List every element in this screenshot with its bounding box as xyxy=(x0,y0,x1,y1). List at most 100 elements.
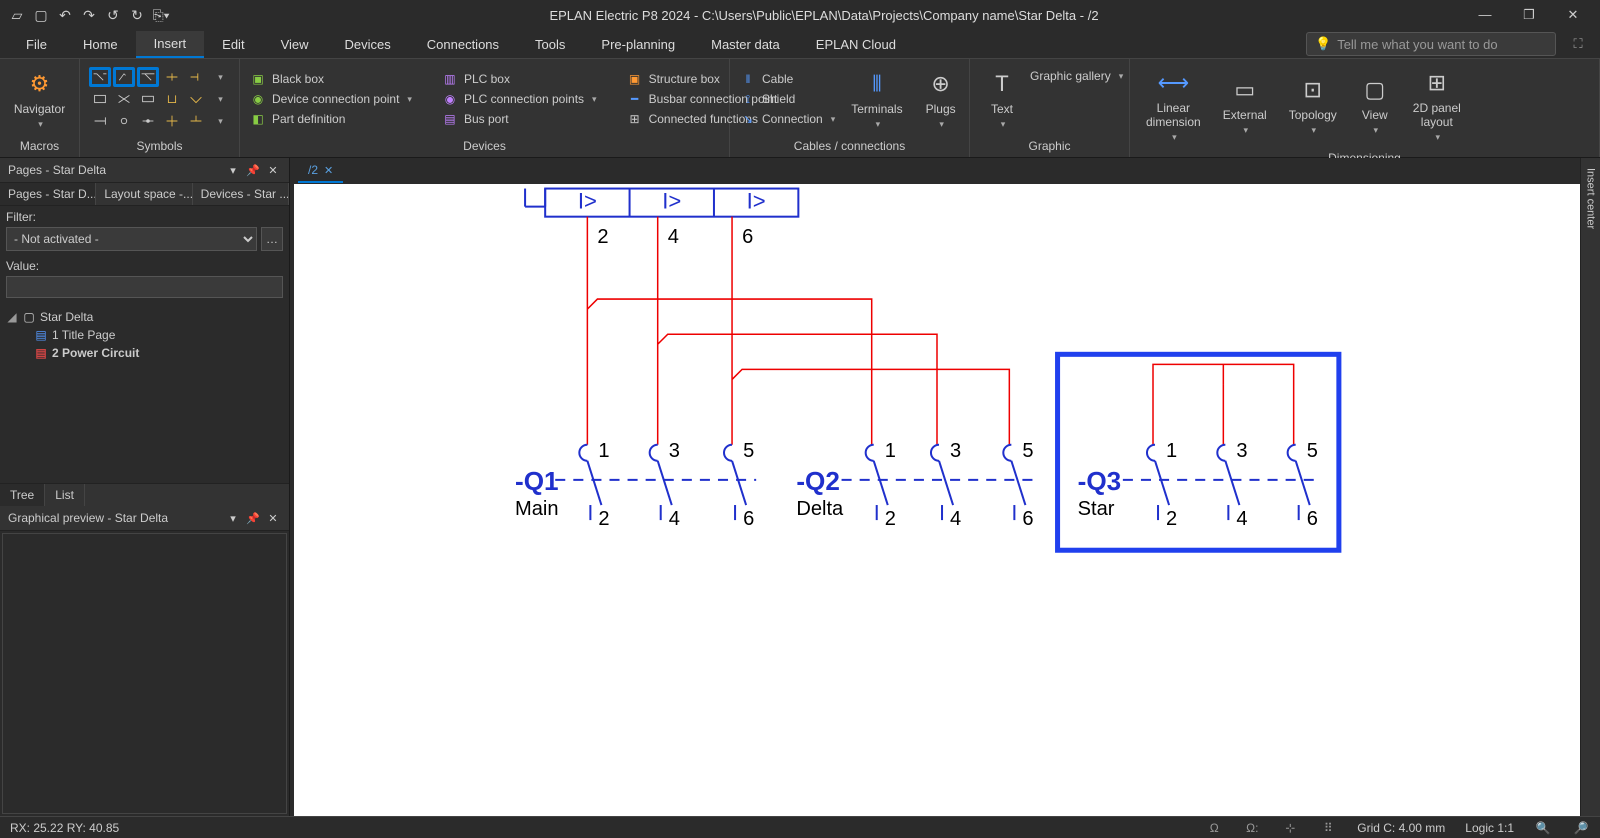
menu-home[interactable]: Home xyxy=(65,32,136,57)
value-input[interactable] xyxy=(6,276,283,298)
search-input[interactable]: 💡 Tell me what you want to do xyxy=(1306,32,1556,56)
svg-text:-Q1: -Q1 xyxy=(515,466,559,496)
tab-list[interactable]: List xyxy=(45,484,85,506)
plc-icon: ▥ xyxy=(442,71,458,87)
symbol-contact-no[interactable] xyxy=(89,67,111,87)
preview-pin-icon[interactable]: 📌 xyxy=(245,510,261,526)
save-as-icon[interactable]: ⎘▾ xyxy=(152,6,170,24)
symbol-15[interactable] xyxy=(185,111,207,131)
tab-close-icon[interactable]: ✕ xyxy=(324,164,333,177)
tab-pages[interactable]: Pages - Star D... xyxy=(0,183,96,205)
plcconn-button[interactable]: ◉PLC connection points▾ xyxy=(442,91,597,107)
symbol-12[interactable] xyxy=(113,111,135,131)
snap-icon-1[interactable]: Ω xyxy=(1205,819,1223,837)
gallery-button[interactable]: Graphic gallery▾ xyxy=(1030,69,1123,83)
shield-button[interactable]: ⟟Shield xyxy=(740,91,835,107)
symbol-dd-3[interactable]: ▾ xyxy=(209,111,231,131)
plcbox-button[interactable]: ▥PLC box xyxy=(442,71,597,87)
grid-dots-icon[interactable]: ⠿ xyxy=(1319,819,1337,837)
panel-menu-icon[interactable]: ▾ xyxy=(225,162,241,178)
tree-page-1[interactable]: ▤ 1 Title Page xyxy=(6,326,283,344)
symbol-switch[interactable] xyxy=(113,67,135,87)
svg-text:4: 4 xyxy=(668,226,679,248)
menu-tools[interactable]: Tools xyxy=(517,32,583,57)
tree-page-2[interactable]: ▤ 2 Power Circuit xyxy=(6,344,283,362)
blackbox-button[interactable]: ▣Black box xyxy=(250,71,412,87)
minimize-button[interactable]: — xyxy=(1470,7,1500,23)
symbol-6[interactable] xyxy=(89,89,111,109)
contactor-q1: 1 3 5 2 4 6 xyxy=(555,440,756,530)
filter-more-button[interactable]: … xyxy=(261,227,283,251)
text-button[interactable]: T Text▾ xyxy=(980,64,1024,133)
symbol-5[interactable] xyxy=(185,67,207,87)
collapse-icon[interactable]: ◢ xyxy=(6,310,18,324)
menu-cloud[interactable]: EPLAN Cloud xyxy=(798,32,914,57)
forward-icon[interactable]: ↻ xyxy=(128,6,146,24)
symbol-10[interactable] xyxy=(185,89,207,109)
doc-tab[interactable]: /2 ✕ xyxy=(298,159,343,183)
preview-close-icon[interactable]: ✕ xyxy=(265,510,281,526)
undo-icon[interactable]: ↶ xyxy=(56,6,74,24)
symbol-4[interactable] xyxy=(161,67,183,87)
svg-text:4: 4 xyxy=(950,508,961,530)
menu-connections[interactable]: Connections xyxy=(409,32,517,57)
tab-layout[interactable]: Layout space -... xyxy=(96,183,192,205)
menu-devices[interactable]: Devices xyxy=(327,32,409,57)
panel-close-icon[interactable]: ✕ xyxy=(265,162,281,178)
menu-master[interactable]: Master data xyxy=(693,32,798,57)
symbol-9[interactable] xyxy=(161,89,183,109)
devconn-button[interactable]: ◉Device connection point▾ xyxy=(250,91,412,107)
terminals-button[interactable]: ⦀ Terminals▾ xyxy=(845,64,908,133)
symbol-dd-1[interactable]: ▾ xyxy=(209,67,231,87)
symbol-gallery[interactable]: ▾ ▾ ▾ xyxy=(89,67,231,131)
navigator-button[interactable]: ⚙ Navigator ▾ xyxy=(8,64,71,133)
symbol-dd-2[interactable]: ▾ xyxy=(209,89,231,109)
open-icon[interactable]: ▢ xyxy=(32,6,50,24)
tree-root[interactable]: ◢ ▢ Star Delta xyxy=(6,308,283,326)
close-button[interactable]: ✕ xyxy=(1558,7,1588,23)
plugs-button[interactable]: ⊕ Plugs▾ xyxy=(919,64,963,133)
partdef-button[interactable]: ◧Part definition xyxy=(250,111,412,127)
symbol-13[interactable] xyxy=(137,111,159,131)
filter-select[interactable]: - Not activated - xyxy=(6,227,257,251)
preview-menu-icon[interactable]: ▾ xyxy=(225,510,241,526)
tab-devices[interactable]: Devices - Star ... xyxy=(193,183,289,205)
struct-icon: ▣ xyxy=(627,71,643,87)
symbol-coil[interactable] xyxy=(137,89,159,109)
selection-rect xyxy=(1058,354,1339,550)
symbol-11[interactable] xyxy=(89,111,111,131)
grid-toggle-icon[interactable]: ⊹ xyxy=(1281,819,1299,837)
tab-tree[interactable]: Tree xyxy=(0,484,45,506)
linear-dim-button[interactable]: ⟷ Linear dimension▾ xyxy=(1140,63,1207,147)
connection-button[interactable]: ↘Connection▾ xyxy=(740,111,835,127)
view-button[interactable]: ▢ View▾ xyxy=(1353,70,1397,139)
menu-view[interactable]: View xyxy=(263,32,327,57)
snap-icon-2[interactable]: Ω: xyxy=(1243,819,1261,837)
panel-button[interactable]: ⊞ 2D panel layout▾ xyxy=(1407,63,1467,147)
svg-text:2: 2 xyxy=(598,508,609,530)
maximize-button[interactable]: ❐ xyxy=(1514,7,1544,23)
menu-edit[interactable]: Edit xyxy=(204,32,262,57)
back-icon[interactable]: ↺ xyxy=(104,6,122,24)
zoom-out-icon[interactable]: 🔍 xyxy=(1534,819,1552,837)
panel-pin-icon[interactable]: 📌 xyxy=(245,162,261,178)
menu-preplan[interactable]: Pre-planning xyxy=(583,32,693,57)
new-icon[interactable]: ▱ xyxy=(8,6,26,24)
insert-center-rail[interactable]: Insert center xyxy=(1580,158,1600,816)
menu-file[interactable]: File xyxy=(8,32,65,57)
busport-button[interactable]: ▤Bus port xyxy=(442,111,597,127)
cable-button[interactable]: ‖Cable xyxy=(740,71,835,87)
topology-button[interactable]: ⊡ Topology▾ xyxy=(1283,70,1343,139)
symbol-contact-nc[interactable] xyxy=(137,67,159,87)
symbol-14[interactable] xyxy=(161,111,183,131)
point-icon: ◉ xyxy=(250,91,266,107)
symbol-7[interactable] xyxy=(113,89,135,109)
redo-icon[interactable]: ↷ xyxy=(80,6,98,24)
menu-insert[interactable]: Insert xyxy=(136,31,205,58)
external-button[interactable]: ▭ External▾ xyxy=(1217,70,1273,139)
project-tree[interactable]: ◢ ▢ Star Delta ▤ 1 Title Page ▤ 2 Power … xyxy=(0,302,289,483)
zoom-in-icon[interactable]: 🔎 xyxy=(1572,819,1590,837)
schematic-canvas[interactable]: I> I> I> 2 4 6 xyxy=(294,184,1580,816)
expand-ribbon-icon[interactable]: ⛶ xyxy=(1564,30,1592,58)
busport-icon: ▤ xyxy=(442,111,458,127)
